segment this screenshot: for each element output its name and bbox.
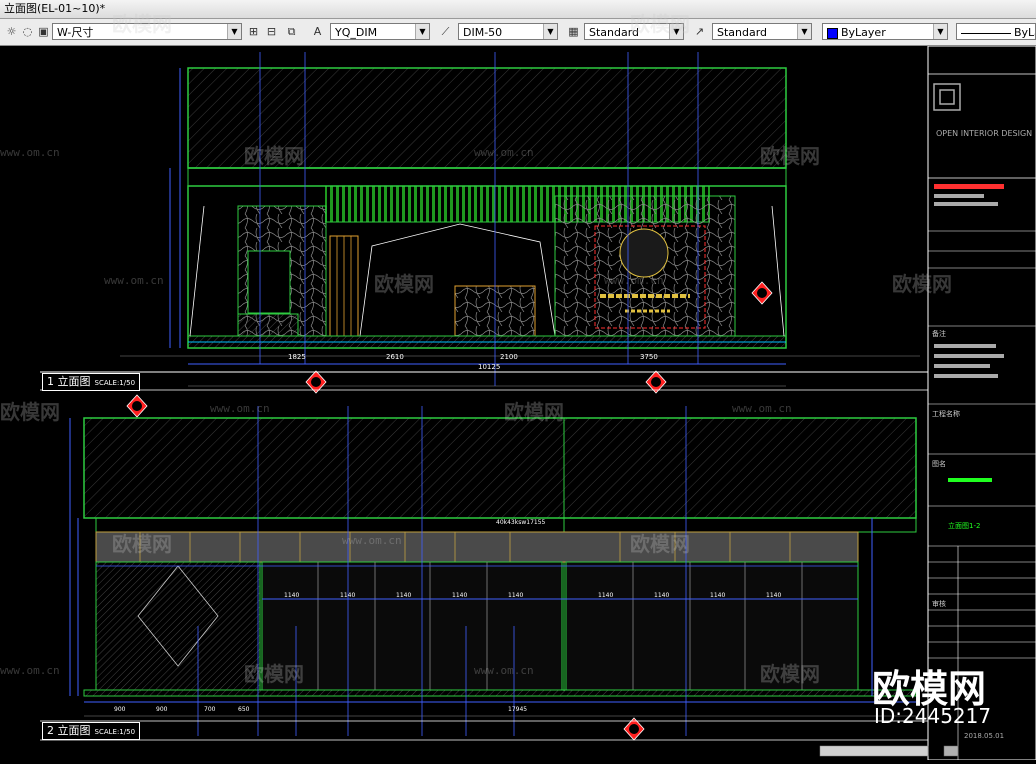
project-label: 工程名称 bbox=[932, 409, 960, 418]
chevron-down-icon: ▼ bbox=[933, 24, 947, 39]
lock-icon[interactable]: ▣ bbox=[36, 24, 51, 39]
multileader-icon[interactable]: ↗ bbox=[692, 24, 707, 39]
color-dropdown[interactable]: ByLayer ▼ bbox=[822, 23, 948, 40]
dim-style-value: W-尺寸 bbox=[57, 26, 94, 39]
v2-bottom-dim-2: 700 bbox=[204, 706, 216, 713]
layer-props-icon[interactable]: ⧉ bbox=[284, 24, 299, 39]
bulb-icon[interactable]: ◌ bbox=[20, 24, 35, 39]
dim-style-dropdown[interactable]: W-尺寸 ▼ bbox=[52, 23, 242, 40]
drawing-canvas[interactable]: 1825 2610 2100 3750 10125 40k43ksw17155 … bbox=[0, 45, 1036, 761]
cad-drawing[interactable]: 1825 2610 2100 3750 10125 40k43ksw17155 … bbox=[0, 45, 1036, 761]
title-block bbox=[927, 45, 1036, 761]
elevation-view-2 bbox=[40, 406, 928, 741]
firm-name: OPEN INTERIOR DESIGN bbox=[936, 129, 1032, 138]
layer-state-icon[interactable]: ⊟ bbox=[264, 24, 279, 39]
v2-dim-1: 1140 bbox=[340, 592, 355, 599]
v1-dim-1: 2610 bbox=[386, 353, 404, 361]
v2-dim-span: 40k43ksw17155 bbox=[496, 519, 546, 526]
drawing-label: 图名 bbox=[932, 459, 946, 468]
v1-dim-total: 10125 bbox=[478, 363, 500, 371]
v2-dim-6: 1140 bbox=[654, 592, 669, 599]
view-2-scale: SCALE:1/50 bbox=[94, 728, 136, 736]
linetype-swatch bbox=[961, 32, 1011, 34]
scrollbar-thumb[interactable] bbox=[943, 745, 959, 757]
chevron-down-icon: ▼ bbox=[669, 24, 683, 39]
color-value: ByLayer bbox=[841, 26, 886, 39]
text-style-value: YQ_DIM bbox=[335, 26, 378, 39]
properties-toolbar: ☼ ◌ ▣ W-尺寸 ▼ ⊞ ⊟ ⧉ A YQ_DIM ▼ ⟋ DIM-50 ▼ ▦ … bbox=[0, 19, 1036, 46]
dim-scale-value: DIM-50 bbox=[463, 26, 503, 39]
color-swatch bbox=[827, 27, 838, 39]
view-1-scale: SCALE:1/50 bbox=[94, 379, 136, 387]
v2-dim-0: 1140 bbox=[284, 592, 299, 599]
dim-style-icon[interactable]: ⟋ bbox=[438, 24, 453, 39]
window-title: 立面图(EL-01~10)* bbox=[4, 2, 106, 15]
text-style-icon[interactable]: A bbox=[310, 24, 325, 39]
table-style-value: Standard bbox=[589, 26, 640, 39]
chevron-down-icon: ▼ bbox=[227, 24, 241, 39]
layer-icon[interactable]: ⊞ bbox=[246, 24, 261, 39]
chevron-down-icon: ▼ bbox=[797, 24, 811, 39]
linetype-dropdown[interactable]: ByLa bbox=[956, 23, 1036, 40]
check-label: 审核 bbox=[932, 599, 946, 608]
linetype-value: ByLa bbox=[1014, 26, 1035, 39]
window-titlebar: 立面图(EL-01~10)* bbox=[0, 0, 1036, 19]
view-2-label: 立面图 bbox=[57, 724, 91, 737]
note-label: 备注 bbox=[932, 329, 946, 338]
horizontal-scrollbar[interactable] bbox=[819, 745, 929, 757]
view-1-label: 立面图 bbox=[57, 375, 91, 388]
dim-scale-dropdown[interactable]: DIM-50 ▼ bbox=[458, 23, 558, 40]
v2-dim-3: 1140 bbox=[452, 592, 467, 599]
v2-dim-4: 1140 bbox=[508, 592, 523, 599]
v1-dim-0: 1825 bbox=[288, 353, 306, 361]
v2-dim-7: 1140 bbox=[710, 592, 725, 599]
elevation-view-1 bbox=[120, 52, 920, 387]
v2-bottom-dim-1: 900 bbox=[156, 706, 168, 713]
drawing-date: 2018.05.01 bbox=[964, 732, 1004, 740]
text-style-dropdown[interactable]: YQ_DIM ▼ bbox=[330, 23, 430, 40]
chevron-down-icon: ▼ bbox=[415, 24, 429, 39]
chevron-down-icon: ▼ bbox=[543, 24, 557, 39]
v2-bottom-dim-0: 900 bbox=[114, 706, 126, 713]
drawing-name: 立面图1-2 bbox=[948, 521, 980, 530]
view-2-number: 2 bbox=[47, 724, 54, 737]
table-style-icon[interactable]: ▦ bbox=[566, 24, 581, 39]
watermark-id: ID:2445217 bbox=[874, 704, 992, 728]
table-style-dropdown[interactable]: Standard ▼ bbox=[584, 23, 684, 40]
sun-icon[interactable]: ☼ bbox=[4, 24, 19, 39]
v1-dim-3: 3750 bbox=[640, 353, 658, 361]
view-title-1: 1 立面图 SCALE:1/50 bbox=[42, 373, 141, 391]
v1-dim-2: 2100 bbox=[500, 353, 518, 361]
v2-bottom-dim-total: 17945 bbox=[508, 706, 527, 713]
view-title-2: 2 立面图 SCALE:1/50 bbox=[42, 722, 141, 740]
view-1-number: 1 bbox=[47, 375, 54, 388]
multileader-style-dropdown[interactable]: Standard ▼ bbox=[712, 23, 812, 40]
v2-bottom-dim-3: 650 bbox=[238, 706, 250, 713]
multileader-style-value: Standard bbox=[717, 26, 768, 39]
v2-dim-2: 1140 bbox=[396, 592, 411, 599]
v2-dim-5: 1140 bbox=[598, 592, 613, 599]
v2-dim-8: 1140 bbox=[766, 592, 781, 599]
